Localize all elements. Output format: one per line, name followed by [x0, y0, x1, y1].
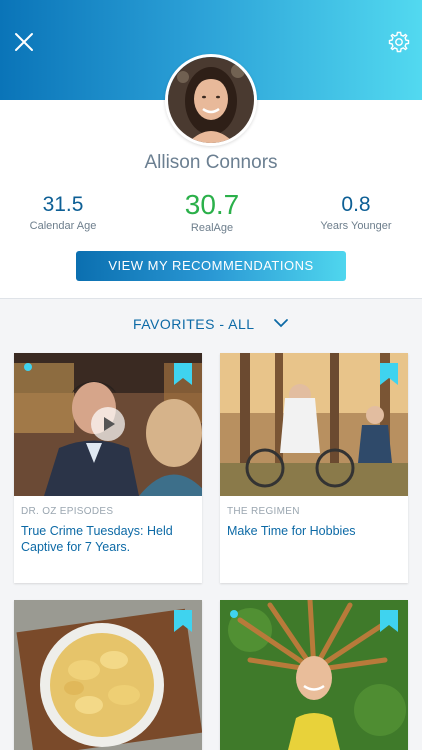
bookmark-icon[interactable] — [380, 610, 398, 632]
card-title: Make Time for Hobbies — [227, 524, 356, 538]
bookmark-icon[interactable] — [174, 610, 192, 632]
section-divider — [0, 298, 422, 299]
favorite-card-relaxation[interactable] — [220, 600, 408, 750]
years-younger-value: 0.8 — [341, 193, 371, 216]
play-button[interactable] — [91, 407, 125, 441]
years-younger-label: Years Younger — [320, 220, 392, 232]
favorite-card-the-regimen[interactable]: THE REGIMEN Make Time for Hobbies — [220, 353, 408, 583]
bookmark-icon[interactable] — [380, 363, 398, 385]
settings-button[interactable] — [387, 30, 411, 54]
card-category: THE REGIMEN — [227, 506, 300, 517]
card-category: DR. OZ EPISODES — [21, 506, 114, 517]
card-title: True Crime Tuesdays: Held Captive for 7 … — [21, 524, 173, 554]
calendar-age-stat: 31.5 Calendar Age — [0, 192, 133, 232]
new-indicator — [24, 363, 32, 371]
profile-name: Allison Connors — [144, 152, 278, 173]
view-recommendations-button[interactable]: VIEW MY RECOMMENDATIONS — [76, 251, 346, 281]
close-button[interactable] — [12, 30, 36, 54]
favorite-card-chips[interactable] — [14, 600, 202, 750]
realage-value: 30.7 — [184, 189, 240, 220]
favorites-filter-dropdown[interactable]: FAVORITES - ALL — [0, 316, 422, 334]
favorite-card-dr-oz-episode[interactable]: DR. OZ EPISODES True Crime Tuesdays: Hel… — [14, 353, 202, 583]
close-icon — [15, 33, 33, 51]
bookmark-icon[interactable] — [174, 363, 192, 385]
calendar-age-label: Calendar Age — [29, 220, 97, 232]
years-younger-stat: 0.8 Years Younger — [286, 192, 422, 232]
realage-stat: 30.7 RealAge — [142, 189, 282, 235]
avatar — [165, 54, 257, 146]
chevron-down-icon — [274, 319, 288, 328]
realage-label: RealAge — [190, 222, 234, 234]
favorites-filter-label: FAVORITES - ALL — [132, 316, 255, 332]
play-icon — [104, 417, 115, 431]
new-indicator — [230, 610, 238, 618]
gear-icon — [388, 31, 410, 53]
calendar-age-value: 31.5 — [42, 193, 84, 216]
